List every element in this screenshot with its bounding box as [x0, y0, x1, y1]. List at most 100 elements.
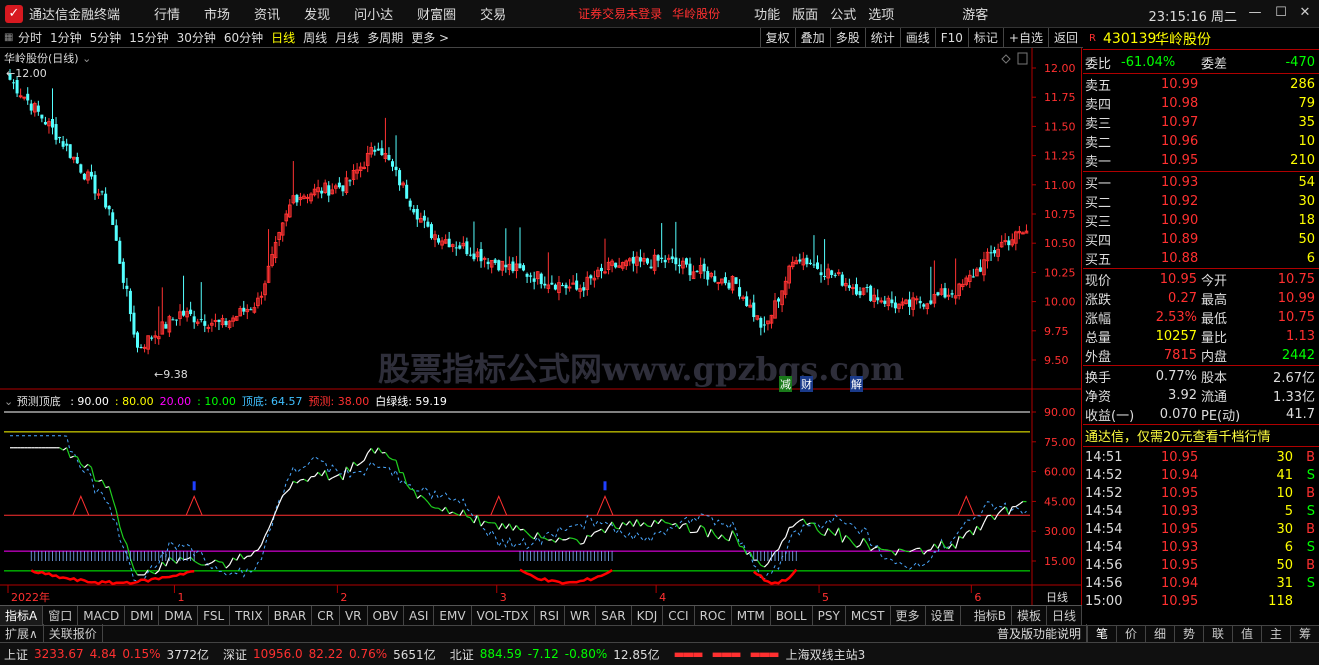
tab-24[interactable]: 更多 [891, 605, 926, 626]
chart-settings-icon[interactable]: ⌄ [82, 52, 91, 65]
event-jian[interactable]: 减 [779, 376, 792, 392]
tab-17[interactable]: KDJ [632, 605, 664, 626]
expand-button[interactable]: 扩展∧ [0, 624, 44, 644]
index-name[interactable]: 深证 [223, 646, 247, 663]
btn-fuquan[interactable]: 复权 [759, 28, 795, 47]
btn-biaoji[interactable]: 标记 [967, 28, 1003, 47]
tf-fenshi[interactable]: 分时 [18, 29, 42, 46]
tab-12[interactable]: EMV [434, 605, 472, 626]
tab-5[interactable]: FSL [198, 605, 231, 626]
btn-duogu[interactable]: 多股 [829, 28, 865, 47]
candle [493, 258, 497, 265]
quote-tab-7[interactable]: 筹 [1290, 625, 1319, 643]
indicator-settings-icon[interactable]: ⌄ [4, 395, 13, 408]
tab-2[interactable]: MACD [78, 605, 126, 626]
tf-30min[interactable]: 30分钟 [177, 29, 216, 46]
tab-14[interactable]: RSI [535, 605, 566, 626]
kline-chart[interactable]: 12.00 11.75 11.50 11.25 11.00 10.75 10.50 10.25… [0, 48, 1082, 605]
bottom-right-0[interactable]: 指标B [969, 605, 1012, 626]
btn-tongji[interactable]: 统计 [864, 28, 900, 47]
candle [146, 335, 150, 355]
tf-5min[interactable]: 5分钟 [90, 29, 122, 46]
diamond-icon[interactable] [1001, 54, 1011, 64]
tab-21[interactable]: BOLL [771, 605, 813, 626]
tab-16[interactable]: SAR [596, 605, 632, 626]
tab-7[interactable]: BRAR [269, 605, 313, 626]
tab-6[interactable]: TRIX [230, 605, 269, 626]
tf-more[interactable]: 更多 > [411, 29, 449, 46]
edition-help-link[interactable]: 普及版功能说明 [992, 624, 1087, 644]
quote-tab-4[interactable]: 联 [1203, 625, 1232, 643]
tab-25[interactable]: 设置 [926, 605, 961, 626]
tab-23[interactable]: MCST [846, 605, 891, 626]
panel-toggle-icon[interactable] [1017, 52, 1028, 65]
server-station[interactable]: 上海双线主站3 [786, 646, 866, 663]
tab-19[interactable]: ROC [695, 605, 732, 626]
minimize-icon[interactable]: — [1245, 3, 1265, 23]
grid-icon[interactable]: ▦ [4, 32, 14, 43]
bottom-right-1[interactable]: 模板 [1012, 605, 1047, 626]
menu-gongneng[interactable]: 功能 [754, 4, 780, 23]
tf-weekly[interactable]: 周线 [303, 29, 327, 46]
event-jie[interactable]: 解 [850, 376, 863, 392]
candle [458, 241, 462, 250]
quote-tab-5[interactable]: 值 [1232, 625, 1261, 643]
btn-zixuan[interactable]: +自选 [1002, 28, 1048, 47]
tab-13[interactable]: VOL-TDX [472, 605, 535, 626]
tab-1[interactable]: 窗口 [43, 605, 79, 626]
btn-huaxian[interactable]: 画线 [899, 28, 935, 47]
tab-9[interactable]: VR [340, 605, 368, 626]
candle [440, 237, 444, 250]
tf-multi[interactable]: 多周期 [367, 29, 403, 46]
index-amt: 12.85亿 [613, 647, 660, 662]
tf-monthly[interactable]: 月线 [335, 29, 359, 46]
bottom-right-2[interactable]: 日线 [1047, 605, 1082, 626]
close-icon[interactable]: ✕ [1295, 3, 1315, 23]
btn-f10[interactable]: F10 [934, 28, 968, 47]
upgrade-ad[interactable]: 通达信，仅需20元查看千档行情 [1083, 426, 1319, 445]
tf-15min[interactable]: 15分钟 [129, 29, 168, 46]
index-name[interactable]: 上证 [4, 646, 28, 663]
menu-shichang[interactable]: 市场 [204, 4, 230, 23]
tf-60min[interactable]: 60分钟 [224, 29, 263, 46]
ad-text[interactable]: 通达信，仅需20元查看千档行情 [1085, 426, 1271, 445]
quote-tab-3[interactable]: 势 [1174, 625, 1203, 643]
tab-8[interactable]: CR [312, 605, 340, 626]
btn-diejia[interactable]: 叠加 [794, 28, 830, 47]
event-cai[interactable]: 财 [800, 376, 813, 392]
tab-0[interactable]: 指标A [0, 605, 44, 626]
tab-10[interactable]: OBV [368, 605, 405, 626]
quote-tab-6[interactable]: 主 [1261, 625, 1290, 643]
quote-tab-0[interactable]: 笔 [1087, 625, 1116, 643]
menu-jiaoyi[interactable]: 交易 [480, 4, 506, 23]
menu-hangqing[interactable]: 行情 [154, 4, 180, 23]
maximize-icon[interactable]: ☐ [1271, 3, 1291, 23]
tab-20[interactable]: MTM [732, 605, 771, 626]
price-tick-label: 10.75 [1044, 208, 1076, 221]
btn-fanhui[interactable]: 返回 [1047, 28, 1083, 47]
menu-gongshi[interactable]: 公式 [830, 4, 856, 23]
tf-1min[interactable]: 1分钟 [50, 29, 82, 46]
menu-banmian[interactable]: 版面 [792, 4, 818, 23]
login-warning[interactable]: 证券交易未登录 [578, 5, 662, 22]
user-guest[interactable]: 游客 [962, 4, 988, 23]
menu-xuanxiang[interactable]: 选项 [868, 4, 894, 23]
quote-tab-2[interactable]: 细 [1145, 625, 1174, 643]
menu-wenxiaoda[interactable]: 问小达 [354, 4, 393, 23]
tab-4[interactable]: DMA [159, 605, 199, 626]
baibilu-line [685, 523, 691, 533]
sell-row-5: 卖一 10.95 210 [1083, 151, 1319, 170]
menu-faxian[interactable]: 发现 [304, 4, 330, 23]
tab-22[interactable]: PSY [813, 605, 846, 626]
menu-caifuquan[interactable]: 财富圈 [417, 4, 456, 23]
chart-area[interactable]: 12.00 11.75 11.50 11.25 11.00 10.75 10.50 10.25… [0, 48, 1082, 605]
tab-11[interactable]: ASI [404, 605, 435, 626]
index-name[interactable]: 北证 [450, 646, 474, 663]
tab-18[interactable]: CCI [663, 605, 695, 626]
tf-daily[interactable]: 日线 [271, 29, 295, 46]
tab-3[interactable]: DMI [125, 605, 160, 626]
related-quote-button[interactable]: 关联报价 [44, 624, 103, 644]
menu-zixun[interactable]: 资讯 [254, 4, 280, 23]
tab-15[interactable]: WR [565, 605, 597, 626]
quote-tab-1[interactable]: 价 [1116, 625, 1145, 643]
